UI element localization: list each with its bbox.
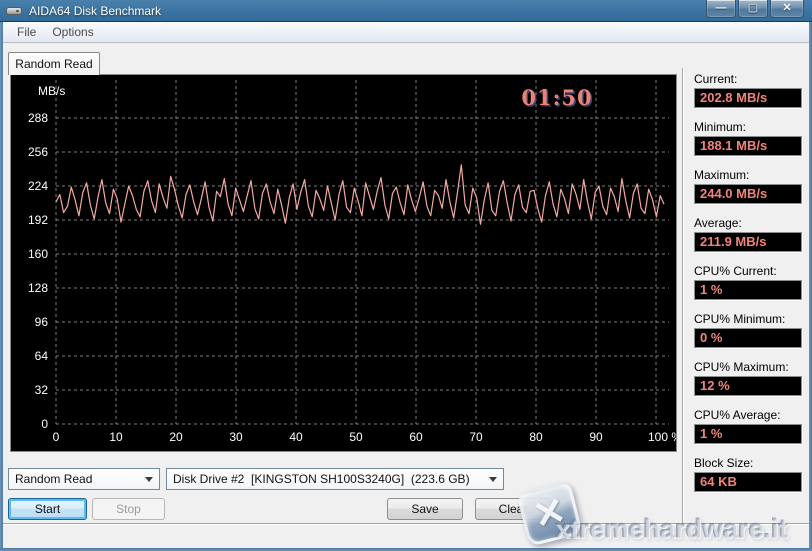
svg-text:224: 224 [28, 179, 48, 193]
svg-text:10: 10 [109, 430, 123, 444]
benchmark-chart: 0 10 20 30 40 50 60 70 80 90 100 % 288 256 224 192 160 1… [28, 80, 676, 444]
start-button[interactable]: Start [8, 498, 87, 520]
chevron-down-icon [489, 477, 497, 482]
stat-block-size-label: Block Size: [694, 456, 754, 470]
stat-average-label: Average: [694, 216, 742, 230]
svg-text:192: 192 [28, 213, 48, 227]
stat-minimum: Minimum: 188.1 MB/s [694, 120, 802, 156]
menu-file[interactable]: File [9, 23, 44, 41]
menu-bar: File Options [3, 22, 809, 43]
svg-text:40: 40 [289, 430, 303, 444]
stat-cpu-average-value: 1 % [694, 424, 802, 444]
svg-text:64: 64 [35, 349, 49, 363]
app-window: AIDA64 Disk Benchmark — ▢ ✕ File Options… [0, 0, 812, 551]
stat-maximum: Maximum: 244.0 MB/s [694, 168, 802, 204]
stat-current-label: Current: [694, 72, 738, 86]
stat-cpu-maximum-value: 12 % [694, 376, 802, 396]
svg-text:90: 90 [589, 430, 603, 444]
svg-text:100 %: 100 % [648, 430, 676, 444]
stat-average-value: 211.9 MB/s [694, 232, 802, 252]
elapsed-time: 01:50 [521, 85, 593, 110]
stat-cpu-current: CPU% Current: 1 % [694, 264, 802, 300]
svg-text:0: 0 [53, 430, 60, 444]
svg-text:160: 160 [28, 247, 48, 261]
stat-maximum-value: 244.0 MB/s [694, 184, 802, 204]
svg-text:MB/s: MB/s [38, 84, 65, 98]
tab-random-read[interactable]: Random Read [8, 52, 100, 75]
stat-current: Current: 202.8 MB/s [694, 72, 802, 108]
stat-cpu-minimum-value: 0 % [694, 328, 802, 348]
status-bar [3, 523, 809, 548]
panel-separator [682, 68, 684, 530]
stat-cpu-current-value: 1 % [694, 280, 802, 300]
stat-cpu-average: CPU% Average: 1 % [694, 408, 802, 444]
svg-text:30: 30 [229, 430, 243, 444]
benchmark-type-select[interactable]: Random Read [8, 468, 160, 490]
clear-button[interactable]: Clear [475, 498, 551, 520]
client-area: File Options Random Read 0 10 20 30 40 50 60 70… [3, 22, 809, 548]
benchmark-type-value: Random Read [15, 472, 93, 486]
svg-text:60: 60 [409, 430, 423, 444]
close-button[interactable]: ✕ [770, 0, 804, 18]
menu-options[interactable]: Options [44, 23, 101, 41]
hard-disk-icon [6, 4, 23, 18]
maximize-icon: ▢ [747, 2, 759, 14]
svg-text:20: 20 [169, 430, 183, 444]
stat-minimum-value: 188.1 MB/s [694, 136, 802, 156]
title-bar: AIDA64 Disk Benchmark [0, 0, 812, 22]
minimize-button[interactable]: — [706, 0, 736, 18]
svg-text:50: 50 [349, 430, 363, 444]
svg-text:0: 0 [41, 417, 48, 431]
stats-panel: Current: 202.8 MB/s Minimum: 188.1 MB/s … [694, 72, 802, 504]
svg-text:128: 128 [28, 281, 48, 295]
disk-drive-select[interactable]: Disk Drive #2 [KINGSTON SH100S3240G] (22… [166, 468, 504, 490]
window-title: AIDA64 Disk Benchmark [29, 3, 162, 18]
svg-text:256: 256 [28, 145, 48, 159]
save-button[interactable]: Save [387, 498, 463, 520]
maximize-button[interactable]: ▢ [738, 0, 768, 18]
stat-cpu-current-label: CPU% Current: [694, 264, 777, 278]
svg-text:70: 70 [469, 430, 483, 444]
stat-cpu-maximum-label: CPU% Maximum: [694, 360, 789, 374]
stat-minimum-label: Minimum: [694, 120, 747, 134]
stat-cpu-maximum: CPU% Maximum: 12 % [694, 360, 802, 396]
stop-button[interactable]: Stop [92, 498, 165, 520]
svg-text:96: 96 [35, 315, 49, 329]
svg-text:32: 32 [35, 383, 49, 397]
stat-cpu-minimum: CPU% Minimum: 0 % [694, 312, 802, 348]
stat-current-value: 202.8 MB/s [694, 88, 802, 108]
window-controls: — ▢ ✕ [706, 0, 804, 18]
stat-block-size: Block Size: 64 KB [694, 456, 802, 492]
chart-line-series [55, 164, 665, 225]
chevron-down-icon [145, 477, 153, 482]
stat-cpu-average-label: CPU% Average: [694, 408, 781, 422]
minimize-icon: — [715, 2, 727, 14]
stat-average: Average: 211.9 MB/s [694, 216, 802, 252]
stat-block-size-value: 64 KB [694, 472, 802, 492]
close-icon: ✕ [782, 2, 792, 14]
stat-cpu-minimum-label: CPU% Minimum: [694, 312, 786, 326]
stat-maximum-label: Maximum: [694, 168, 750, 182]
disk-drive-value: Disk Drive #2 [KINGSTON SH100S3240G] (22… [173, 472, 470, 486]
svg-text:80: 80 [529, 430, 543, 444]
benchmark-chart-panel: 0 10 20 30 40 50 60 70 80 90 100 % 288 256 224 192 160 1… [10, 74, 677, 452]
svg-text:288: 288 [28, 111, 48, 125]
